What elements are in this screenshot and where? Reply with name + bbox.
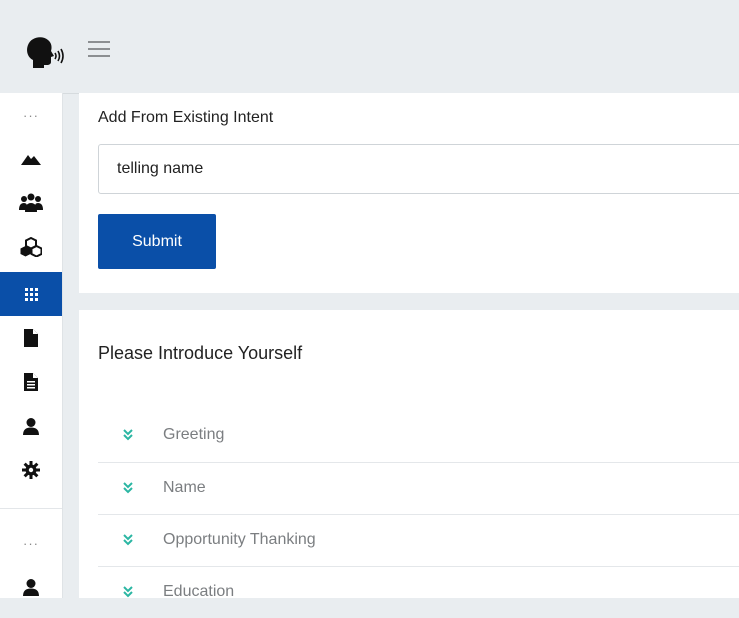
submit-button[interactable]: Submit xyxy=(98,214,216,269)
sidebar-more-bottom[interactable]: ··· xyxy=(0,521,62,565)
intent-title: Please Introduce Yourself xyxy=(98,343,303,363)
sidebar-item-profile[interactable] xyxy=(0,565,62,609)
file-text-icon xyxy=(24,373,38,391)
speaking-head-icon[interactable] xyxy=(24,34,68,70)
sidebar-item-cubes[interactable] xyxy=(0,225,62,269)
intent-panel: Please Introduce Yourself Greeting Name … xyxy=(79,310,739,600)
top-bar xyxy=(0,0,739,94)
cubes-icon xyxy=(20,237,42,257)
list-item[interactable]: Name xyxy=(98,462,739,514)
sidebar-divider xyxy=(0,508,62,509)
list-item[interactable]: Opportunity Thanking xyxy=(98,514,739,566)
existing-intent-label: Add From Existing Intent xyxy=(98,109,274,126)
list-item-label: Opportunity Thanking xyxy=(163,531,316,548)
chevron-double-down-icon xyxy=(123,534,133,546)
sidebar-item-settings[interactable] xyxy=(0,448,62,492)
sidebar-item-file-text[interactable] xyxy=(0,360,62,404)
sidebar-item-grid[interactable] xyxy=(0,272,62,316)
list-item-label: Education xyxy=(163,583,235,600)
chevron-double-down-icon xyxy=(123,429,133,441)
users-icon xyxy=(19,193,43,212)
existing-intent-input[interactable] xyxy=(98,144,739,194)
sidebar-item-mountain[interactable] xyxy=(0,137,62,181)
more-dots-icon: ··· xyxy=(23,107,39,123)
user-icon xyxy=(23,578,39,596)
list-item[interactable]: Education xyxy=(98,566,739,618)
mountain-icon xyxy=(21,155,41,165)
sidebar-more-top[interactable]: ··· xyxy=(0,93,62,137)
list-item-label: Name xyxy=(163,479,206,496)
sidebar-item-user[interactable] xyxy=(0,404,62,448)
gear-icon xyxy=(22,461,40,479)
hamburger-menu-button[interactable] xyxy=(88,41,110,57)
sidebar-item-users[interactable] xyxy=(0,181,62,225)
grid-icon xyxy=(24,287,38,301)
sidebar: ··· ··· xyxy=(0,93,63,598)
list-item-label: Greeting xyxy=(163,426,225,443)
add-existing-intent-panel: Add From Existing Intent Submit xyxy=(79,93,739,293)
user-icon xyxy=(23,417,39,435)
more-dots-icon: ··· xyxy=(23,535,39,551)
list-item[interactable]: Greeting xyxy=(98,410,739,462)
chevron-double-down-icon xyxy=(123,482,133,494)
intent-item-list: Greeting Name Opportunity Thanking Educa… xyxy=(98,410,739,618)
sidebar-item-file[interactable] xyxy=(0,316,62,360)
chevron-double-down-icon xyxy=(123,586,133,598)
file-icon xyxy=(24,329,38,347)
